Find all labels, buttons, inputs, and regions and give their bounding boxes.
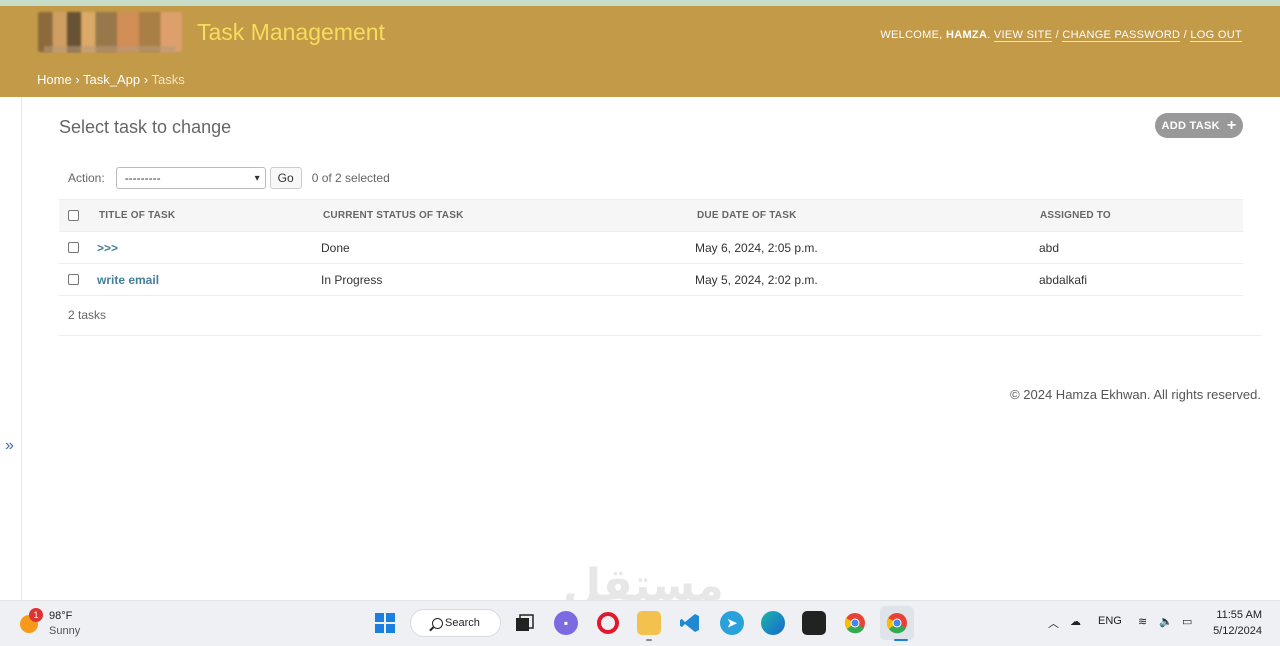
separator: / (1183, 29, 1188, 41)
weather-widget[interactable]: 1 98°F Sunny (20, 608, 80, 639)
actions-bar: Action: --------- ▾ Go 0 of 2 selected (59, 166, 390, 190)
row-select-cell (68, 264, 79, 295)
breadcrumb-home[interactable]: Home (37, 72, 72, 87)
task-due-date: May 5, 2024, 2:02 p.m. (695, 272, 818, 287)
table-row: write email In Progress May 5, 2024, 2:0… (59, 264, 1243, 296)
column-header-assigned[interactable]: ASSIGNED TO (1040, 200, 1111, 231)
divider (59, 335, 1261, 336)
username: HAMZA (945, 29, 988, 41)
edge-icon[interactable] (761, 611, 785, 635)
chrome-icon[interactable] (843, 611, 867, 635)
breadcrumb-current: Tasks (151, 72, 185, 87)
windows-start-icon[interactable] (373, 611, 397, 635)
breadcrumb-app[interactable]: Task_App (83, 72, 140, 87)
welcome-text: WELCOME, (880, 29, 943, 41)
task-title-link[interactable]: >>> (97, 232, 118, 263)
breadcrumb-separator: › (143, 72, 149, 87)
task-status: In Progress (321, 272, 383, 287)
separator: / (1055, 29, 1059, 41)
windows-taskbar: 1 98°F Sunny Search ▪ ➤ ︿ ☁ ENG ≋ 🔈 ▭ 11… (0, 600, 1280, 646)
task-status: Done (321, 240, 350, 255)
teams-chat-icon[interactable]: ▪ (554, 611, 578, 635)
action-label: Action: (68, 171, 105, 185)
notification-badge: 1 (29, 608, 43, 622)
weather-text: 98°F Sunny (49, 609, 80, 639)
column-header-title[interactable]: TITLE OF TASK (99, 200, 175, 231)
active-indicator (894, 639, 908, 641)
weather-temperature: 98°F (49, 610, 73, 622)
plus-icon: + (1226, 116, 1237, 134)
breadcrumb: Home › Task_App › Tasks (37, 72, 185, 87)
selection-counter: 0 of 2 selected (311, 171, 390, 185)
table-header-row: TITLE OF TASK CURRENT STATUS OF TASK DUE… (59, 199, 1243, 232)
row-checkbox[interactable] (68, 242, 79, 253)
vscode-icon[interactable] (678, 611, 702, 635)
running-indicator (646, 639, 652, 641)
system-clock[interactable]: 11:55 AM 5/12/2024 (1213, 607, 1262, 639)
results-table: TITLE OF TASK CURRENT STATUS OF TASK DUE… (59, 199, 1243, 296)
task-due-date: May 6, 2024, 2:05 p.m. (695, 240, 818, 255)
result-count: 2 tasks (68, 308, 107, 322)
task-assigned-to: abdalkafi (1039, 272, 1088, 287)
page-title: Select task to change (59, 117, 232, 137)
row-checkbox[interactable] (68, 274, 79, 285)
select-all-cell (68, 200, 79, 231)
chevron-up-icon[interactable]: ︿ (1048, 615, 1059, 631)
task-view-icon[interactable] (512, 611, 536, 635)
chrome-active-icon[interactable] (885, 611, 909, 635)
onedrive-icon[interactable]: ☁ (1070, 615, 1081, 628)
telegram-icon[interactable]: ➤ (720, 611, 744, 635)
column-header-due-date[interactable]: DUE DATE OF TASK (697, 200, 797, 231)
admin-header: Task Management WELCOME, HAMZA. VIEW SIT… (0, 6, 1280, 97)
copyright-text: © 2024 Hamza Ekhwan. All rights reserved… (1010, 387, 1261, 402)
volume-icon[interactable]: 🔈 (1159, 615, 1173, 628)
search-label: Search (445, 617, 480, 629)
battery-icon[interactable]: ▭ (1182, 615, 1192, 628)
go-button[interactable]: Go (269, 167, 302, 189)
change-password-link[interactable]: CHANGE PASSWORD (1062, 29, 1181, 42)
sidebar-toggle-icon[interactable]: » (5, 437, 14, 455)
chevron-down-icon: ▾ (254, 172, 260, 184)
log-out-link[interactable]: LOG OUT (1190, 29, 1242, 42)
opera-icon[interactable] (596, 611, 620, 635)
task-title-link[interactable]: write email (97, 264, 159, 295)
column-header-status[interactable]: CURRENT STATUS OF TASK (323, 200, 464, 231)
wifi-icon[interactable]: ≋ (1138, 615, 1147, 628)
clock-date: 5/12/2024 (1213, 625, 1262, 637)
store-icon[interactable] (802, 611, 826, 635)
weather-condition: Sunny (49, 625, 81, 637)
nav-sidebar-collapsed: » (0, 97, 22, 600)
table-row: >>> Done May 6, 2024, 2:05 p.m. abd (59, 232, 1243, 264)
action-select-value: --------- (124, 171, 161, 185)
view-site-link[interactable]: VIEW SITE (993, 29, 1053, 42)
site-title[interactable]: Task Management (197, 19, 385, 46)
site-logo-subtitle (44, 46, 176, 52)
taskbar-search[interactable]: Search (410, 609, 501, 637)
clock-time: 11:55 AM (1216, 609, 1262, 621)
task-assigned-to: abd (1039, 240, 1060, 255)
search-icon (432, 618, 443, 629)
sun-icon: 1 (20, 608, 43, 633)
add-task-button[interactable]: ADD TASK + (1155, 113, 1243, 138)
breadcrumb-separator: › (75, 72, 80, 87)
action-select[interactable]: --------- ▾ (115, 167, 266, 189)
add-task-label: ADD TASK (1161, 119, 1220, 132)
language-indicator[interactable]: ENG (1098, 615, 1122, 627)
select-all-checkbox[interactable] (68, 210, 79, 221)
file-explorer-icon[interactable] (637, 611, 661, 635)
user-tools: WELCOME, HAMZA. VIEW SITE / CHANGE PASSW… (880, 29, 1242, 42)
row-select-cell (68, 232, 79, 263)
